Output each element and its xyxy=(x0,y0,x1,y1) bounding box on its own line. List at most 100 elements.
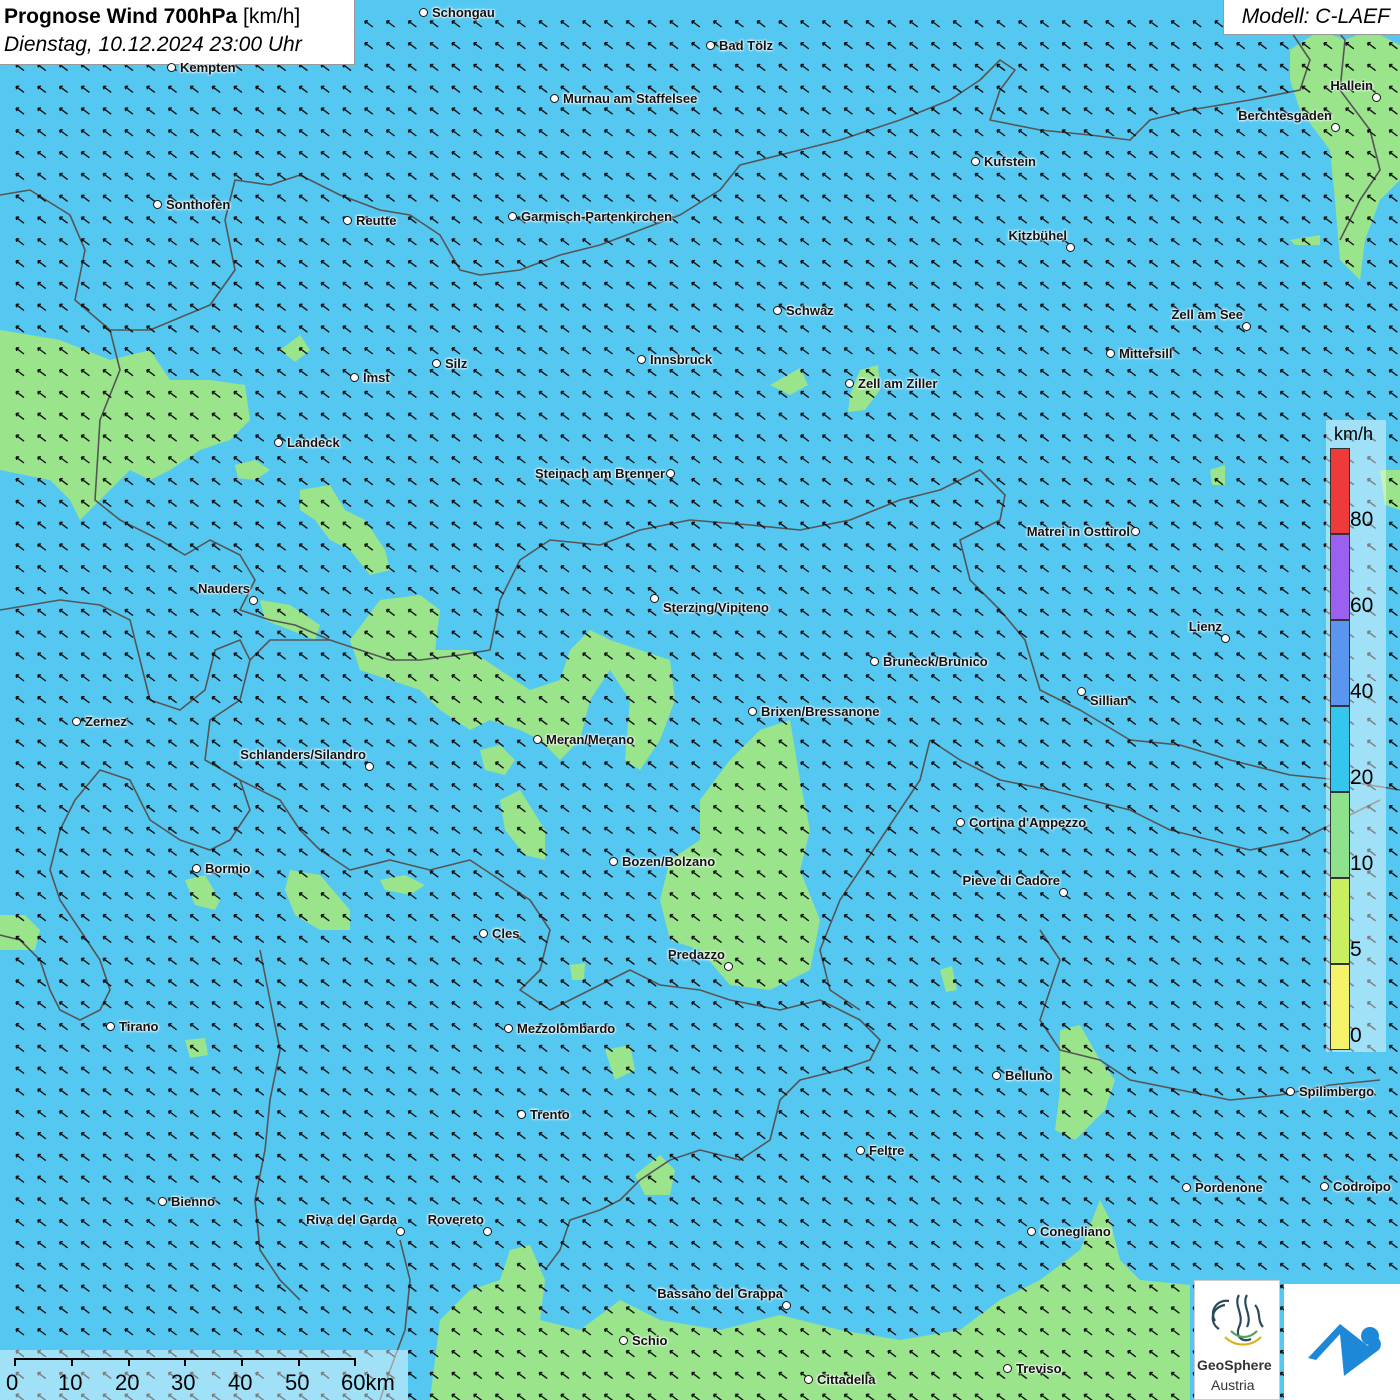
city-label[interactable]: Tirano xyxy=(119,1019,159,1034)
city-label[interactable]: Cortina d'Ampezzo xyxy=(969,815,1086,830)
city-marker[interactable] xyxy=(365,762,374,771)
city-marker[interactable] xyxy=(106,1022,115,1031)
city-marker[interactable] xyxy=(504,1024,513,1033)
city-label[interactable]: Kufstein xyxy=(984,154,1036,169)
city-marker[interactable] xyxy=(782,1301,791,1310)
city-marker[interactable] xyxy=(350,373,359,382)
city-label[interactable]: Pordenone xyxy=(1195,1180,1263,1195)
city-label[interactable]: Schwaz xyxy=(786,303,834,318)
city-label[interactable]: Kitzbühel xyxy=(1009,228,1068,243)
city-marker[interactable] xyxy=(192,864,201,873)
city-label[interactable]: Bad Tölz xyxy=(719,38,773,53)
city-marker[interactable] xyxy=(72,717,81,726)
city-label[interactable]: Cittadella xyxy=(817,1372,876,1387)
city-marker[interactable] xyxy=(1059,888,1068,897)
city-marker[interactable] xyxy=(508,212,517,221)
city-label[interactable]: Meran/Merano xyxy=(546,732,634,747)
city-label[interactable]: Schongau xyxy=(432,5,495,20)
city-marker[interactable] xyxy=(804,1375,813,1384)
city-label[interactable]: Belluno xyxy=(1005,1068,1053,1083)
city-label[interactable]: Bormio xyxy=(205,861,251,876)
city-marker[interactable] xyxy=(724,962,733,971)
city-marker[interactable] xyxy=(856,1146,865,1155)
city-marker[interactable] xyxy=(249,596,258,605)
city-marker[interactable] xyxy=(483,1227,492,1236)
city-marker[interactable] xyxy=(167,63,176,72)
city-marker[interactable] xyxy=(1003,1364,1012,1373)
city-label[interactable]: Bienno xyxy=(171,1194,215,1209)
city-marker[interactable] xyxy=(619,1336,628,1345)
city-label[interactable]: Rovereto xyxy=(428,1212,484,1227)
wetter-app-logo[interactable] xyxy=(1284,1284,1400,1400)
city-marker[interactable] xyxy=(706,41,715,50)
city-label[interactable]: Pieve di Cadore xyxy=(962,873,1060,888)
city-label[interactable]: Innsbruck xyxy=(650,352,712,367)
city-label[interactable]: Hallein xyxy=(1330,78,1373,93)
city-marker[interactable] xyxy=(1027,1227,1036,1236)
city-label[interactable]: Reutte xyxy=(356,213,396,228)
city-label[interactable]: Predazzo xyxy=(668,947,725,962)
city-marker[interactable] xyxy=(845,379,854,388)
city-label[interactable]: Bruneck/Brunico xyxy=(883,654,988,669)
city-marker[interactable] xyxy=(158,1197,167,1206)
city-marker[interactable] xyxy=(1066,243,1075,252)
city-label[interactable]: Riva del Garda xyxy=(306,1212,397,1227)
city-marker[interactable] xyxy=(479,929,488,938)
city-marker[interactable] xyxy=(609,857,618,866)
city-label[interactable]: Schio xyxy=(632,1333,667,1348)
city-label[interactable]: Zernez xyxy=(85,714,127,729)
city-label[interactable]: Matrei in Osttirol xyxy=(1027,524,1130,539)
city-marker[interactable] xyxy=(1372,93,1381,102)
city-label[interactable]: Conegliano xyxy=(1040,1224,1111,1239)
city-label[interactable]: Cles xyxy=(492,926,519,941)
geosphere-logo[interactable]: GeoSphere Austria xyxy=(1194,1280,1280,1400)
city-label[interactable]: Mezzolombardo xyxy=(517,1021,615,1036)
city-marker[interactable] xyxy=(153,200,162,209)
city-label[interactable]: Schlanders/Silandro xyxy=(240,747,366,762)
city-label[interactable]: Sonthofen xyxy=(166,197,230,212)
city-marker[interactable] xyxy=(1077,687,1086,696)
city-marker[interactable] xyxy=(396,1227,405,1236)
city-marker[interactable] xyxy=(274,438,283,447)
city-label[interactable]: Murnau am Staffelsee xyxy=(563,91,697,106)
city-marker[interactable] xyxy=(343,216,352,225)
city-label[interactable]: Zell am Ziller xyxy=(858,376,937,391)
city-marker[interactable] xyxy=(748,707,757,716)
city-marker[interactable] xyxy=(1106,349,1115,358)
city-marker[interactable] xyxy=(1286,1087,1295,1096)
city-label[interactable]: Lienz xyxy=(1189,619,1222,634)
city-label[interactable]: Berchtesgaden xyxy=(1238,108,1332,123)
city-marker[interactable] xyxy=(533,735,542,744)
city-marker[interactable] xyxy=(419,8,428,17)
city-marker[interactable] xyxy=(1131,527,1140,536)
city-marker[interactable] xyxy=(550,94,559,103)
city-label[interactable]: Bassano del Grappa xyxy=(657,1286,783,1301)
city-marker[interactable] xyxy=(1182,1183,1191,1192)
city-marker[interactable] xyxy=(992,1071,1001,1080)
city-label[interactable]: Nauders xyxy=(198,581,250,596)
city-label[interactable]: Sillian xyxy=(1090,693,1128,708)
city-marker[interactable] xyxy=(650,594,659,603)
city-label[interactable]: Codroipo xyxy=(1333,1179,1391,1194)
city-label[interactable]: Sterzing/Vipiteno xyxy=(663,600,769,615)
city-marker[interactable] xyxy=(517,1110,526,1119)
city-label[interactable]: Silz xyxy=(445,356,467,371)
city-marker[interactable] xyxy=(956,818,965,827)
city-label[interactable]: Garmisch-Partenkirchen xyxy=(521,209,672,224)
city-marker[interactable] xyxy=(1320,1182,1329,1191)
city-label[interactable]: Bozen/Bolzano xyxy=(622,854,715,869)
city-marker[interactable] xyxy=(637,355,646,364)
city-label[interactable]: Steinach am Brenner xyxy=(535,466,665,481)
city-marker[interactable] xyxy=(432,359,441,368)
city-marker[interactable] xyxy=(773,306,782,315)
city-marker[interactable] xyxy=(1331,123,1340,132)
city-label[interactable]: Spilimbergo xyxy=(1299,1084,1374,1099)
city-label[interactable]: Feltre xyxy=(869,1143,904,1158)
city-marker[interactable] xyxy=(666,469,675,478)
city-label[interactable]: Mittersill xyxy=(1119,346,1172,361)
city-label[interactable]: Trento xyxy=(530,1107,570,1122)
city-label[interactable]: Treviso xyxy=(1016,1361,1062,1376)
city-label[interactable]: Imst xyxy=(363,370,390,385)
city-marker[interactable] xyxy=(971,157,980,166)
city-marker[interactable] xyxy=(1242,322,1251,331)
